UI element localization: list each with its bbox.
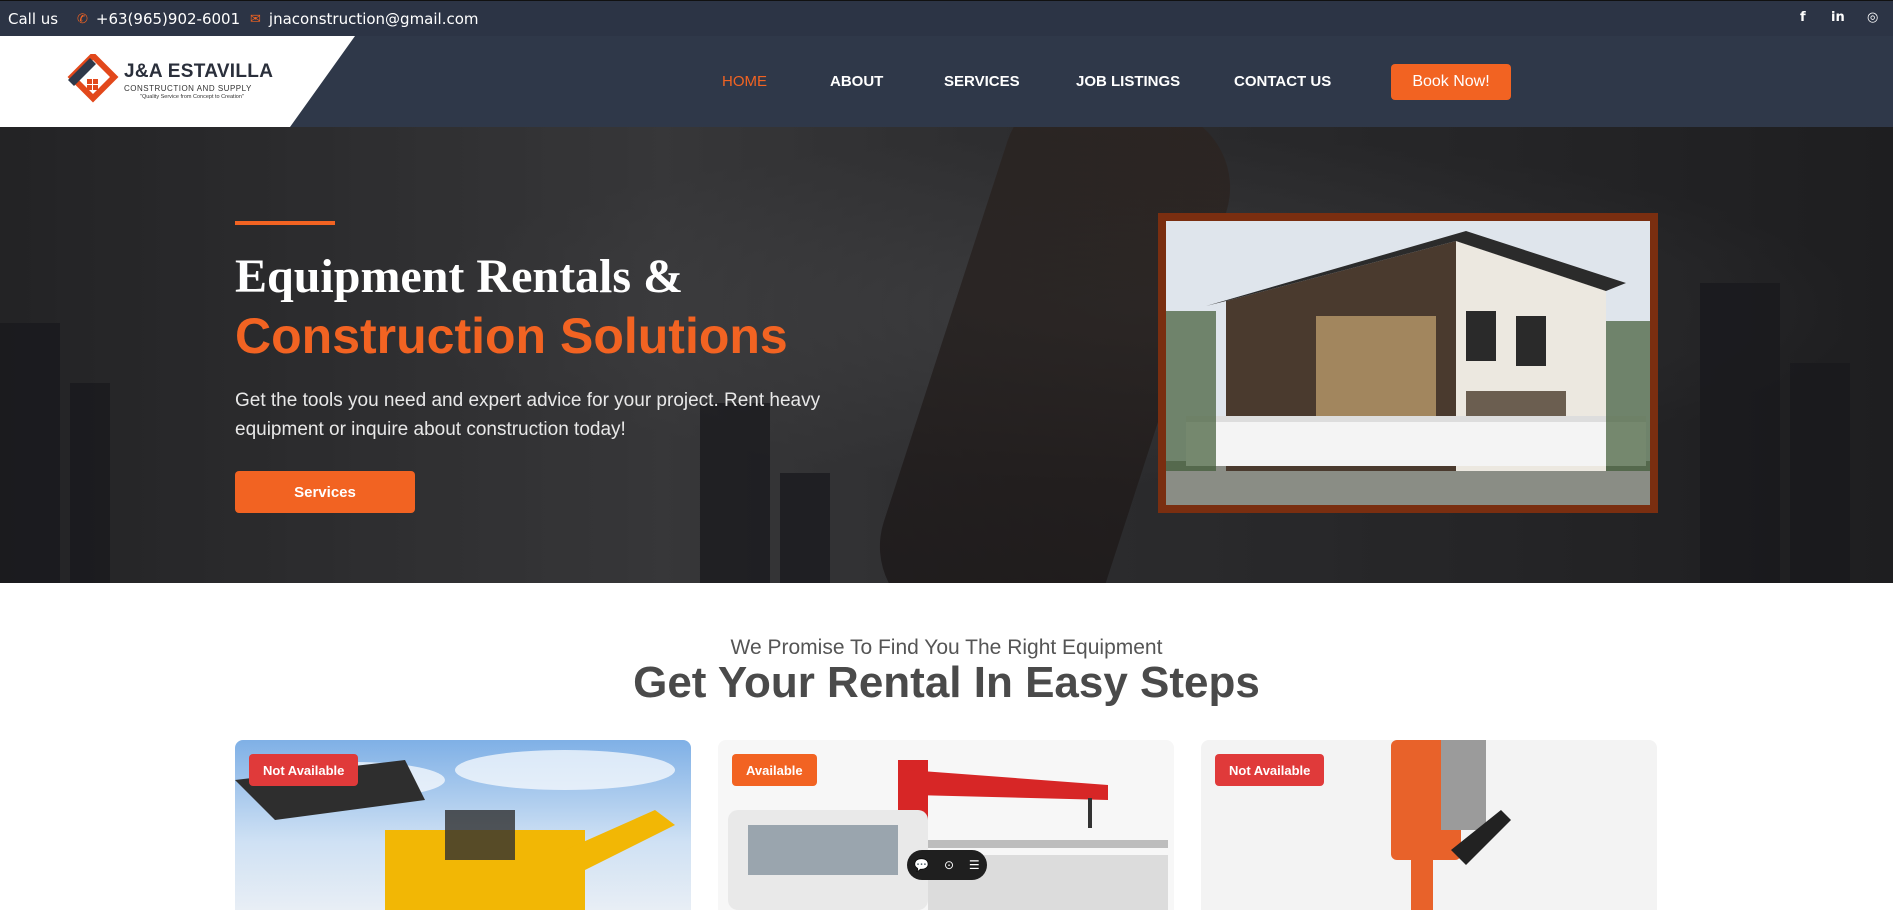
- section-title: Get Your Rental In Easy Steps: [633, 658, 1260, 707]
- nav-contact-us[interactable]: CONTACT US: [1234, 73, 1331, 90]
- house-illustration: [1166, 221, 1650, 505]
- email-link[interactable]: ✉ jnaconstruction@gmail.com: [250, 10, 479, 28]
- hero-accent-line: [235, 221, 335, 225]
- book-now-button[interactable]: Book Now!: [1391, 64, 1511, 100]
- hero-title-line2: Construction Solutions: [235, 308, 788, 364]
- house-image: [1166, 221, 1650, 505]
- status-badge: Available: [732, 754, 817, 786]
- main-navbar: J&A ESTAVILLA CONSTRUCTION AND SUPPLY "Q…: [0, 36, 1893, 127]
- status-badge: Not Available: [1215, 754, 1325, 786]
- linkedin-icon[interactable]: in: [1831, 10, 1845, 25]
- phone-number[interactable]: +63(965)902-6001: [96, 10, 240, 28]
- instagram-icon[interactable]: ◎: [1867, 10, 1878, 25]
- floating-toolbar[interactable]: 💬 ⊙ ☰: [907, 850, 987, 880]
- equipment-card[interactable]: Not Available: [235, 740, 691, 910]
- hero-title-line1: Equipment Rentals &: [235, 250, 684, 303]
- call-us-label: Call us: [8, 10, 58, 28]
- brand-tagline: "Quality Service from Concept to Creatio…: [140, 94, 244, 100]
- toggle-icon[interactable]: ⊙: [944, 858, 954, 872]
- brand-name: J&A ESTAVILLA: [124, 61, 274, 82]
- top-bar: Call us ✆ +63(965)902-6001 ✉ jnaconstruc…: [0, 0, 1893, 36]
- nav-home[interactable]: HOME: [722, 73, 767, 90]
- hero-description: Get the tools you need and expert advice…: [235, 390, 821, 440]
- brand-subtitle: CONSTRUCTION AND SUPPLY: [124, 84, 252, 93]
- phone-link[interactable]: ✆ +63(965)902-6001: [77, 10, 240, 28]
- company-logo-icon: [67, 54, 119, 103]
- services-button[interactable]: Services: [235, 471, 415, 513]
- section-subtitle: We Promise To Find You The Right Equipme…: [730, 636, 1163, 659]
- menu-icon[interactable]: ☰: [969, 858, 980, 872]
- chat-icon[interactable]: 💬: [914, 858, 929, 872]
- hero-section: Equipment Rentals & Construction Solutio…: [0, 127, 1893, 583]
- nav-about[interactable]: ABOUT: [830, 73, 883, 90]
- mail-icon: ✉: [250, 11, 261, 27]
- nav-job-listings[interactable]: JOB LISTINGS: [1076, 73, 1180, 90]
- hero-image-frame: [1158, 213, 1658, 513]
- equipment-card[interactable]: Not Available: [1201, 740, 1657, 910]
- phone-icon: ✆: [77, 11, 88, 27]
- status-badge: Not Available: [249, 754, 359, 786]
- call-us-text: Call us: [8, 10, 59, 28]
- facebook-icon[interactable]: f: [1800, 10, 1806, 25]
- email-address[interactable]: jnaconstruction@gmail.com: [269, 10, 479, 28]
- logo-area[interactable]: J&A ESTAVILLA CONSTRUCTION AND SUPPLY "Q…: [0, 36, 355, 127]
- equipment-card[interactable]: Available: [718, 740, 1174, 910]
- nav-services[interactable]: SERVICES: [944, 73, 1020, 90]
